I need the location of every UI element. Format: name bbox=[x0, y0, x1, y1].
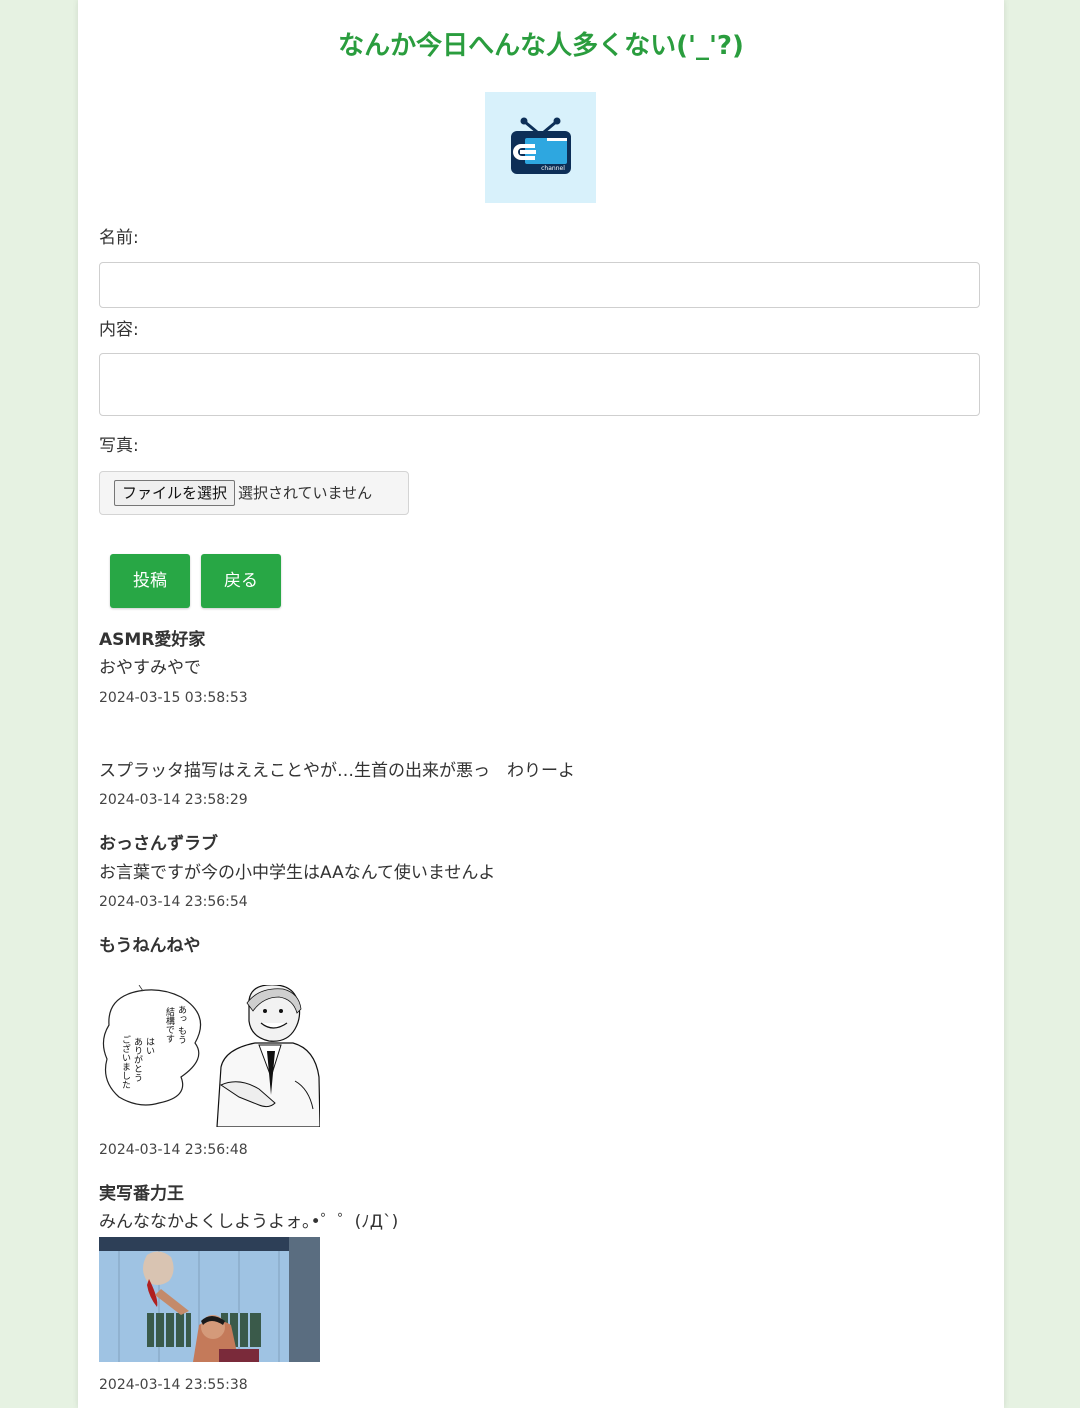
channel-logo[interactable]: channel bbox=[485, 92, 596, 203]
submit-button[interactable]: 投稿 bbox=[110, 554, 190, 608]
file-status-text: 選択されていません bbox=[238, 484, 373, 502]
svg-text:結構です: 結構です bbox=[164, 1006, 175, 1043]
manga-panel-drawing: あっ もう 結構です はい ありがとう ございました bbox=[99, 985, 320, 1127]
choose-file-button[interactable]: ファイルを選択 bbox=[114, 480, 236, 506]
post-content: おやすみやで bbox=[99, 658, 201, 678]
tv-channel-logo-icon: channel bbox=[511, 117, 571, 174]
movie-still-image[interactable] bbox=[99, 1237, 320, 1362]
svg-text:あっ もう: あっ もう bbox=[176, 1005, 187, 1044]
content-textarea[interactable] bbox=[99, 353, 980, 416]
photo-file-input[interactable]: ファイルを選択 選択されていません bbox=[99, 471, 409, 515]
photo-label: 写真: bbox=[99, 436, 139, 456]
svg-text:ありがとう: ありがとう bbox=[132, 1037, 143, 1082]
name-input[interactable] bbox=[99, 262, 980, 308]
post-author: ASMR愛好家 bbox=[99, 630, 206, 650]
main-container: なんか今日へんな人多くない('_'?) channel 名前: 内容: 写真: … bbox=[78, 0, 1004, 1408]
post-author: もうねんねや bbox=[99, 936, 201, 956]
manga-panel-image[interactable]: あっ もう 結構です はい ありがとう ございました bbox=[99, 985, 320, 1127]
movie-still-drawing bbox=[99, 1237, 320, 1362]
logo-text: channel bbox=[541, 165, 565, 172]
post-timestamp: 2024-03-14 23:56:54 bbox=[99, 894, 248, 910]
post-content: お言葉ですが今の小中学生はAAなんて使いませんよ bbox=[99, 863, 496, 883]
post-timestamp: 2024-03-14 23:58:29 bbox=[99, 792, 248, 808]
post-author: 実写番力王 bbox=[99, 1184, 184, 1204]
post-content: みんななかよくしようよォ｡•゜゜(ﾉД`) bbox=[99, 1212, 399, 1232]
svg-text:はい: はい bbox=[144, 1037, 154, 1055]
post-content: スプラッタ描写はええことやが…生首の出来が悪っ わりーよ bbox=[99, 761, 575, 781]
back-button[interactable]: 戻る bbox=[201, 554, 281, 608]
post-timestamp: 2024-03-14 23:56:48 bbox=[99, 1142, 248, 1158]
svg-text:ございました: ございました bbox=[120, 1034, 131, 1089]
post-author: おっさんずラブ bbox=[99, 834, 218, 854]
post-timestamp: 2024-03-15 03:58:53 bbox=[99, 690, 248, 706]
post-timestamp: 2024-03-14 23:55:38 bbox=[99, 1377, 248, 1393]
content-label: 内容: bbox=[99, 320, 139, 340]
name-label: 名前: bbox=[99, 228, 139, 248]
page-title: なんか今日へんな人多くない('_'?) bbox=[338, 31, 744, 61]
